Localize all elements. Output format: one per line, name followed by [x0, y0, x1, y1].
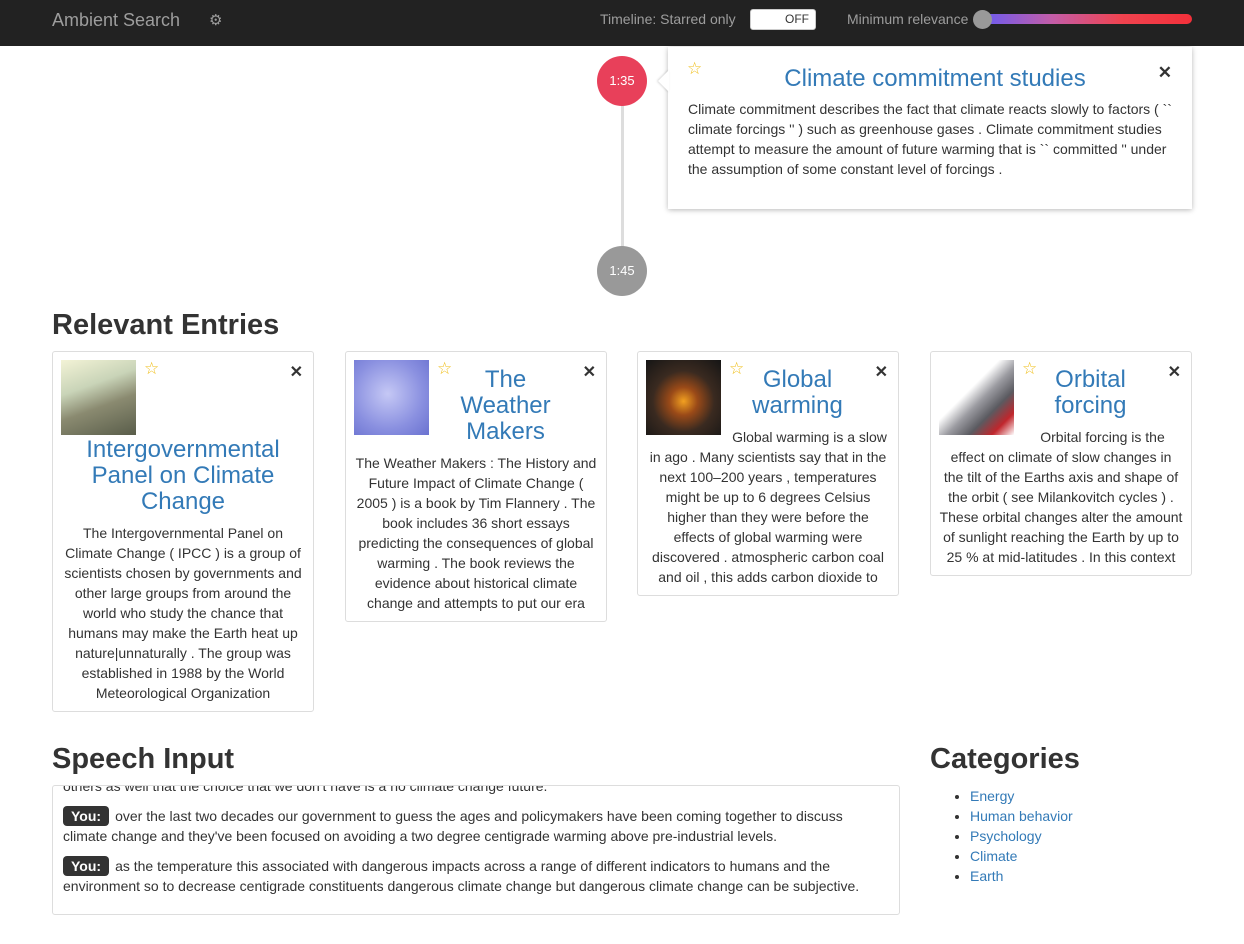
utterance-text: over the last two decades our government… — [63, 808, 843, 844]
entry-text: The Intergovernmental Panel on Climate C… — [64, 525, 302, 701]
app-brand[interactable]: Ambient Search — [52, 10, 180, 31]
speech-input-heading: Speech Input — [52, 743, 235, 775]
timeline-filter-label: Timeline: Starred only — [600, 11, 736, 27]
utterance-text: as the temperature this associated with … — [63, 858, 860, 894]
card-pointer — [658, 70, 669, 92]
category-link[interactable]: Energy — [970, 788, 1014, 804]
timeline-marker[interactable]: 1:35 — [597, 56, 647, 106]
category-item: Psychology — [970, 826, 1073, 846]
entry-text: The Weather Makers : The History and Fut… — [355, 455, 597, 611]
star-icon[interactable]: ☆ — [729, 359, 744, 379]
transcript-utterance: You: over the last two decades our govern… — [63, 806, 879, 846]
gear-icon[interactable]: ⚙ — [209, 11, 222, 29]
categories-list: Energy Human behavior Psychology Climate… — [930, 786, 1073, 886]
starred-only-toggle[interactable]: OFF — [750, 9, 816, 30]
close-icon[interactable]: ✕ — [875, 363, 888, 383]
entry-text: Global warming is a slow in ago . Many s… — [649, 429, 887, 585]
category-item: Energy — [970, 786, 1073, 806]
entry-thumbnail — [61, 360, 136, 435]
timeline-line — [621, 80, 624, 270]
timeline-entry-card: ☆ ✕ Climate commitment studies Climate c… — [658, 47, 1192, 209]
speaker-badge: You: — [63, 806, 110, 826]
entry-thumbnail — [646, 360, 721, 435]
entry-card: ☆ ✕ Orbital forcing Orbital forcing is t… — [930, 351, 1192, 576]
speaker-badge: You: — [63, 856, 110, 876]
entry-thumbnail — [939, 360, 1014, 435]
speech-transcript-box[interactable]: others as well that the choice that we d… — [52, 785, 900, 915]
category-link[interactable]: Human behavior — [970, 808, 1073, 824]
timeline-entry-text: Climate commitment describes the fact th… — [688, 101, 1172, 177]
category-item: Climate — [970, 846, 1073, 866]
category-link[interactable]: Earth — [970, 868, 1003, 884]
navbar: Ambient Search ⚙ Timeline: Starred only … — [0, 0, 1244, 46]
speech-transcript: others as well that the choice that we d… — [63, 785, 879, 906]
category-link[interactable]: Psychology — [970, 828, 1042, 844]
entry-thumbnail — [354, 360, 429, 435]
entry-card: ☆ ✕ The Weather Makers The Weather Maker… — [345, 351, 607, 622]
entry-card: ☆ ✕ Intergovernmental Panel on Climate C… — [52, 351, 314, 712]
close-icon[interactable]: ✕ — [290, 363, 303, 383]
relevance-slider-thumb[interactable] — [973, 10, 992, 29]
relevant-entries-heading: Relevant Entries — [52, 309, 280, 341]
timeline-entry-title[interactable]: Climate commitment studies — [728, 65, 1142, 93]
entry-card: ☆ ✕ Global warming Global warming is a s… — [637, 351, 899, 596]
star-icon[interactable]: ☆ — [1022, 359, 1037, 379]
category-link[interactable]: Climate — [970, 848, 1017, 864]
toggle-state-label: OFF — [785, 12, 809, 26]
star-icon[interactable]: ☆ — [144, 359, 159, 379]
categories-heading: Categories — [930, 743, 1080, 775]
close-icon[interactable]: ✕ — [583, 363, 596, 383]
relevance-label: Minimum relevance — [847, 11, 969, 27]
transcript-partial-line: others as well that the choice that we d… — [63, 785, 548, 794]
relevance-slider[interactable] — [973, 10, 1192, 29]
timeline-marker[interactable]: 1:45 — [597, 246, 647, 296]
close-icon[interactable]: ✕ — [1168, 363, 1181, 383]
entry-title[interactable]: Intergovernmental Panel on Climate Chang… — [61, 437, 305, 515]
star-icon[interactable]: ☆ — [437, 359, 452, 379]
close-icon[interactable]: ✕ — [1158, 63, 1172, 83]
star-icon[interactable]: ☆ — [687, 59, 702, 79]
category-item: Earth — [970, 866, 1073, 886]
transcript-utterance: You: as the temperature this associated w… — [63, 856, 879, 896]
category-item: Human behavior — [970, 806, 1073, 826]
entry-text: Orbital forcing is the effect on climate… — [939, 429, 1183, 565]
